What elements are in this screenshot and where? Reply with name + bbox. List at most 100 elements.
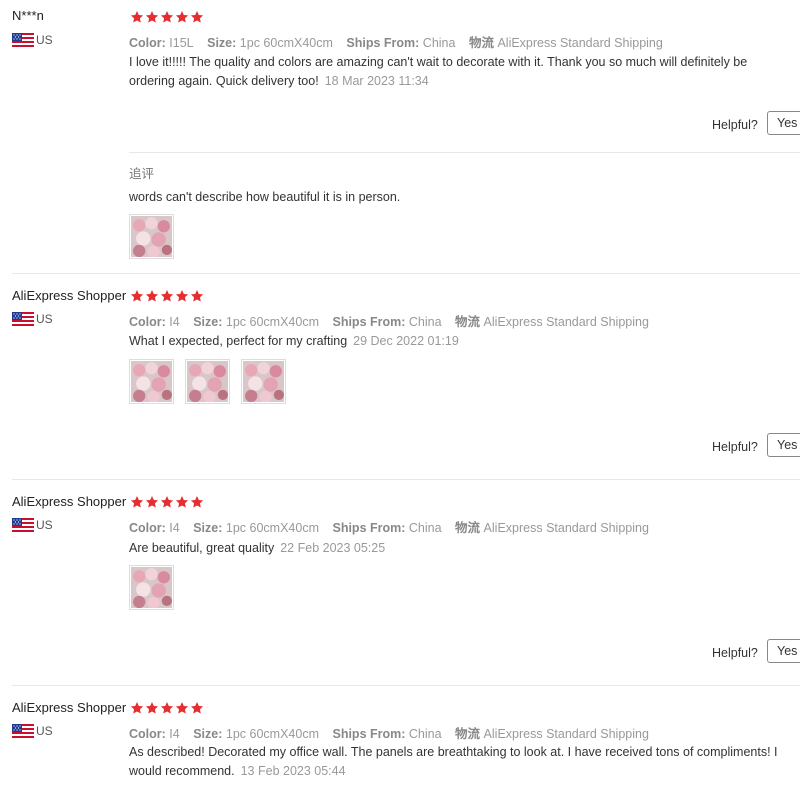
photo-image xyxy=(243,361,284,402)
color-label: Color: xyxy=(129,727,166,741)
logistics-label: 物流 xyxy=(468,36,494,50)
us-flag-icon xyxy=(12,518,34,532)
helpful-label: Helpful? xyxy=(712,440,758,454)
size-label: Size: xyxy=(193,727,223,741)
ships-from-value: China xyxy=(408,521,442,535)
star-icon xyxy=(130,10,144,24)
star-icon xyxy=(130,495,144,509)
star-rating xyxy=(130,289,204,303)
review-photo-thumbnail[interactable] xyxy=(241,359,286,404)
divider xyxy=(129,152,800,153)
review-text: I love it!!!!! The quality and colors ar… xyxy=(129,53,789,91)
star-rating xyxy=(130,701,204,715)
shipping-value: AliExpress Standard Shipping xyxy=(497,36,663,50)
star-rating xyxy=(130,495,204,509)
star-icon xyxy=(175,495,189,509)
star-rating xyxy=(130,10,204,24)
helpful-yes-button[interactable]: Yes ( xyxy=(767,111,800,135)
shipping-value: AliExpress Standard Shipping xyxy=(483,521,649,535)
review-date: 18 Mar 2023 11:34 xyxy=(324,74,429,88)
review-text: As described! Decorated my office wall. … xyxy=(129,743,789,781)
star-icon xyxy=(145,701,159,715)
size-value: 1pc 60cmX40cm xyxy=(225,521,319,535)
review-body: Are beautiful, great quality xyxy=(129,541,275,555)
review-text: Are beautiful, great quality 22 Feb 2023 … xyxy=(129,539,789,558)
size-label: Size: xyxy=(193,315,223,329)
star-icon xyxy=(175,10,189,24)
size-value: 1pc 60cmX40cm xyxy=(225,315,319,329)
country-code: US xyxy=(36,724,53,738)
star-icon xyxy=(175,701,189,715)
country-code: US xyxy=(36,33,53,47)
color-value: I15L xyxy=(169,36,194,50)
color-value: I4 xyxy=(169,521,180,535)
reviewer-name: N***n xyxy=(12,8,44,23)
order-info: Color: I4 Size: 1pc 60cmX40cm Ships From… xyxy=(129,723,649,742)
size-value: 1pc 60cmX40cm xyxy=(239,36,333,50)
order-info: Color: I4 Size: 1pc 60cmX40cm Ships From… xyxy=(129,311,649,330)
followup-label: 追评 xyxy=(129,167,155,181)
reviewer-name: AliExpress Shopper xyxy=(12,288,127,303)
review-body: I love it!!!!! The quality and colors ar… xyxy=(129,55,748,88)
review-images xyxy=(129,565,174,610)
review-photo-thumbnail[interactable] xyxy=(185,359,230,404)
order-info: Color: I15L Size: 1pc 60cmX40cm Ships Fr… xyxy=(129,32,663,51)
order-info: Color: I4 Size: 1pc 60cmX40cm Ships From… xyxy=(129,517,649,536)
photo-image xyxy=(131,567,172,608)
photo-image xyxy=(131,216,172,257)
review-photo-thumbnail[interactable] xyxy=(129,359,174,404)
us-flag-icon xyxy=(12,724,34,738)
reviewer-name: AliExpress Shopper xyxy=(12,494,127,509)
us-flag-icon xyxy=(12,312,34,326)
review-body: What I expected, perfect for my crafting xyxy=(129,334,348,348)
ships-from-value: China xyxy=(408,727,442,741)
reviewer-country: US xyxy=(12,518,53,532)
star-icon xyxy=(160,289,174,303)
ships-from-value: China xyxy=(422,36,456,50)
review-date: 29 Dec 2022 01:19 xyxy=(353,334,459,348)
shipping-value: AliExpress Standard Shipping xyxy=(483,315,649,329)
star-icon xyxy=(160,701,174,715)
logistics-label: 物流 xyxy=(455,521,481,535)
country-code: US xyxy=(36,518,53,532)
ships-from-value: China xyxy=(408,315,442,329)
size-value: 1pc 60cmX40cm xyxy=(225,727,319,741)
review-date: 13 Feb 2023 05:44 xyxy=(240,764,346,778)
star-icon xyxy=(160,10,174,24)
review-photo-thumbnail[interactable] xyxy=(129,214,174,259)
shipping-value: AliExpress Standard Shipping xyxy=(483,727,649,741)
star-icon xyxy=(190,701,204,715)
star-icon xyxy=(145,289,159,303)
review-text: What I expected, perfect for my crafting… xyxy=(129,332,789,351)
review-photo-thumbnail[interactable] xyxy=(129,565,174,610)
logistics-label: 物流 xyxy=(455,315,481,329)
reviewer-country: US xyxy=(12,312,53,326)
logistics-label: 物流 xyxy=(455,727,481,741)
size-label: Size: xyxy=(207,36,237,50)
color-label: Color: xyxy=(129,521,166,535)
ships-from-label: Ships From: xyxy=(346,36,420,50)
review-images xyxy=(129,359,286,404)
review-date: 22 Feb 2023 05:25 xyxy=(280,541,386,555)
country-code: US xyxy=(36,312,53,326)
followup-images xyxy=(129,214,174,259)
star-icon xyxy=(160,495,174,509)
star-icon xyxy=(145,10,159,24)
helpful-yes-button[interactable]: Yes ( xyxy=(767,433,800,457)
helpful-label: Helpful? xyxy=(712,646,758,660)
star-icon xyxy=(190,10,204,24)
helpful-yes-button[interactable]: Yes ( xyxy=(767,639,800,663)
reviewer-name: AliExpress Shopper xyxy=(12,700,127,715)
star-icon xyxy=(130,701,144,715)
star-icon xyxy=(175,289,189,303)
color-label: Color: xyxy=(129,36,166,50)
ships-from-label: Ships From: xyxy=(332,521,406,535)
followup-text: words can't describe how beautiful it is… xyxy=(129,190,401,204)
review-divider xyxy=(12,479,800,480)
helpful-label: Helpful? xyxy=(712,118,758,132)
star-icon xyxy=(190,495,204,509)
ships-from-label: Ships From: xyxy=(332,727,406,741)
us-flag-icon xyxy=(12,33,34,47)
color-label: Color: xyxy=(129,315,166,329)
ships-from-label: Ships From: xyxy=(332,315,406,329)
